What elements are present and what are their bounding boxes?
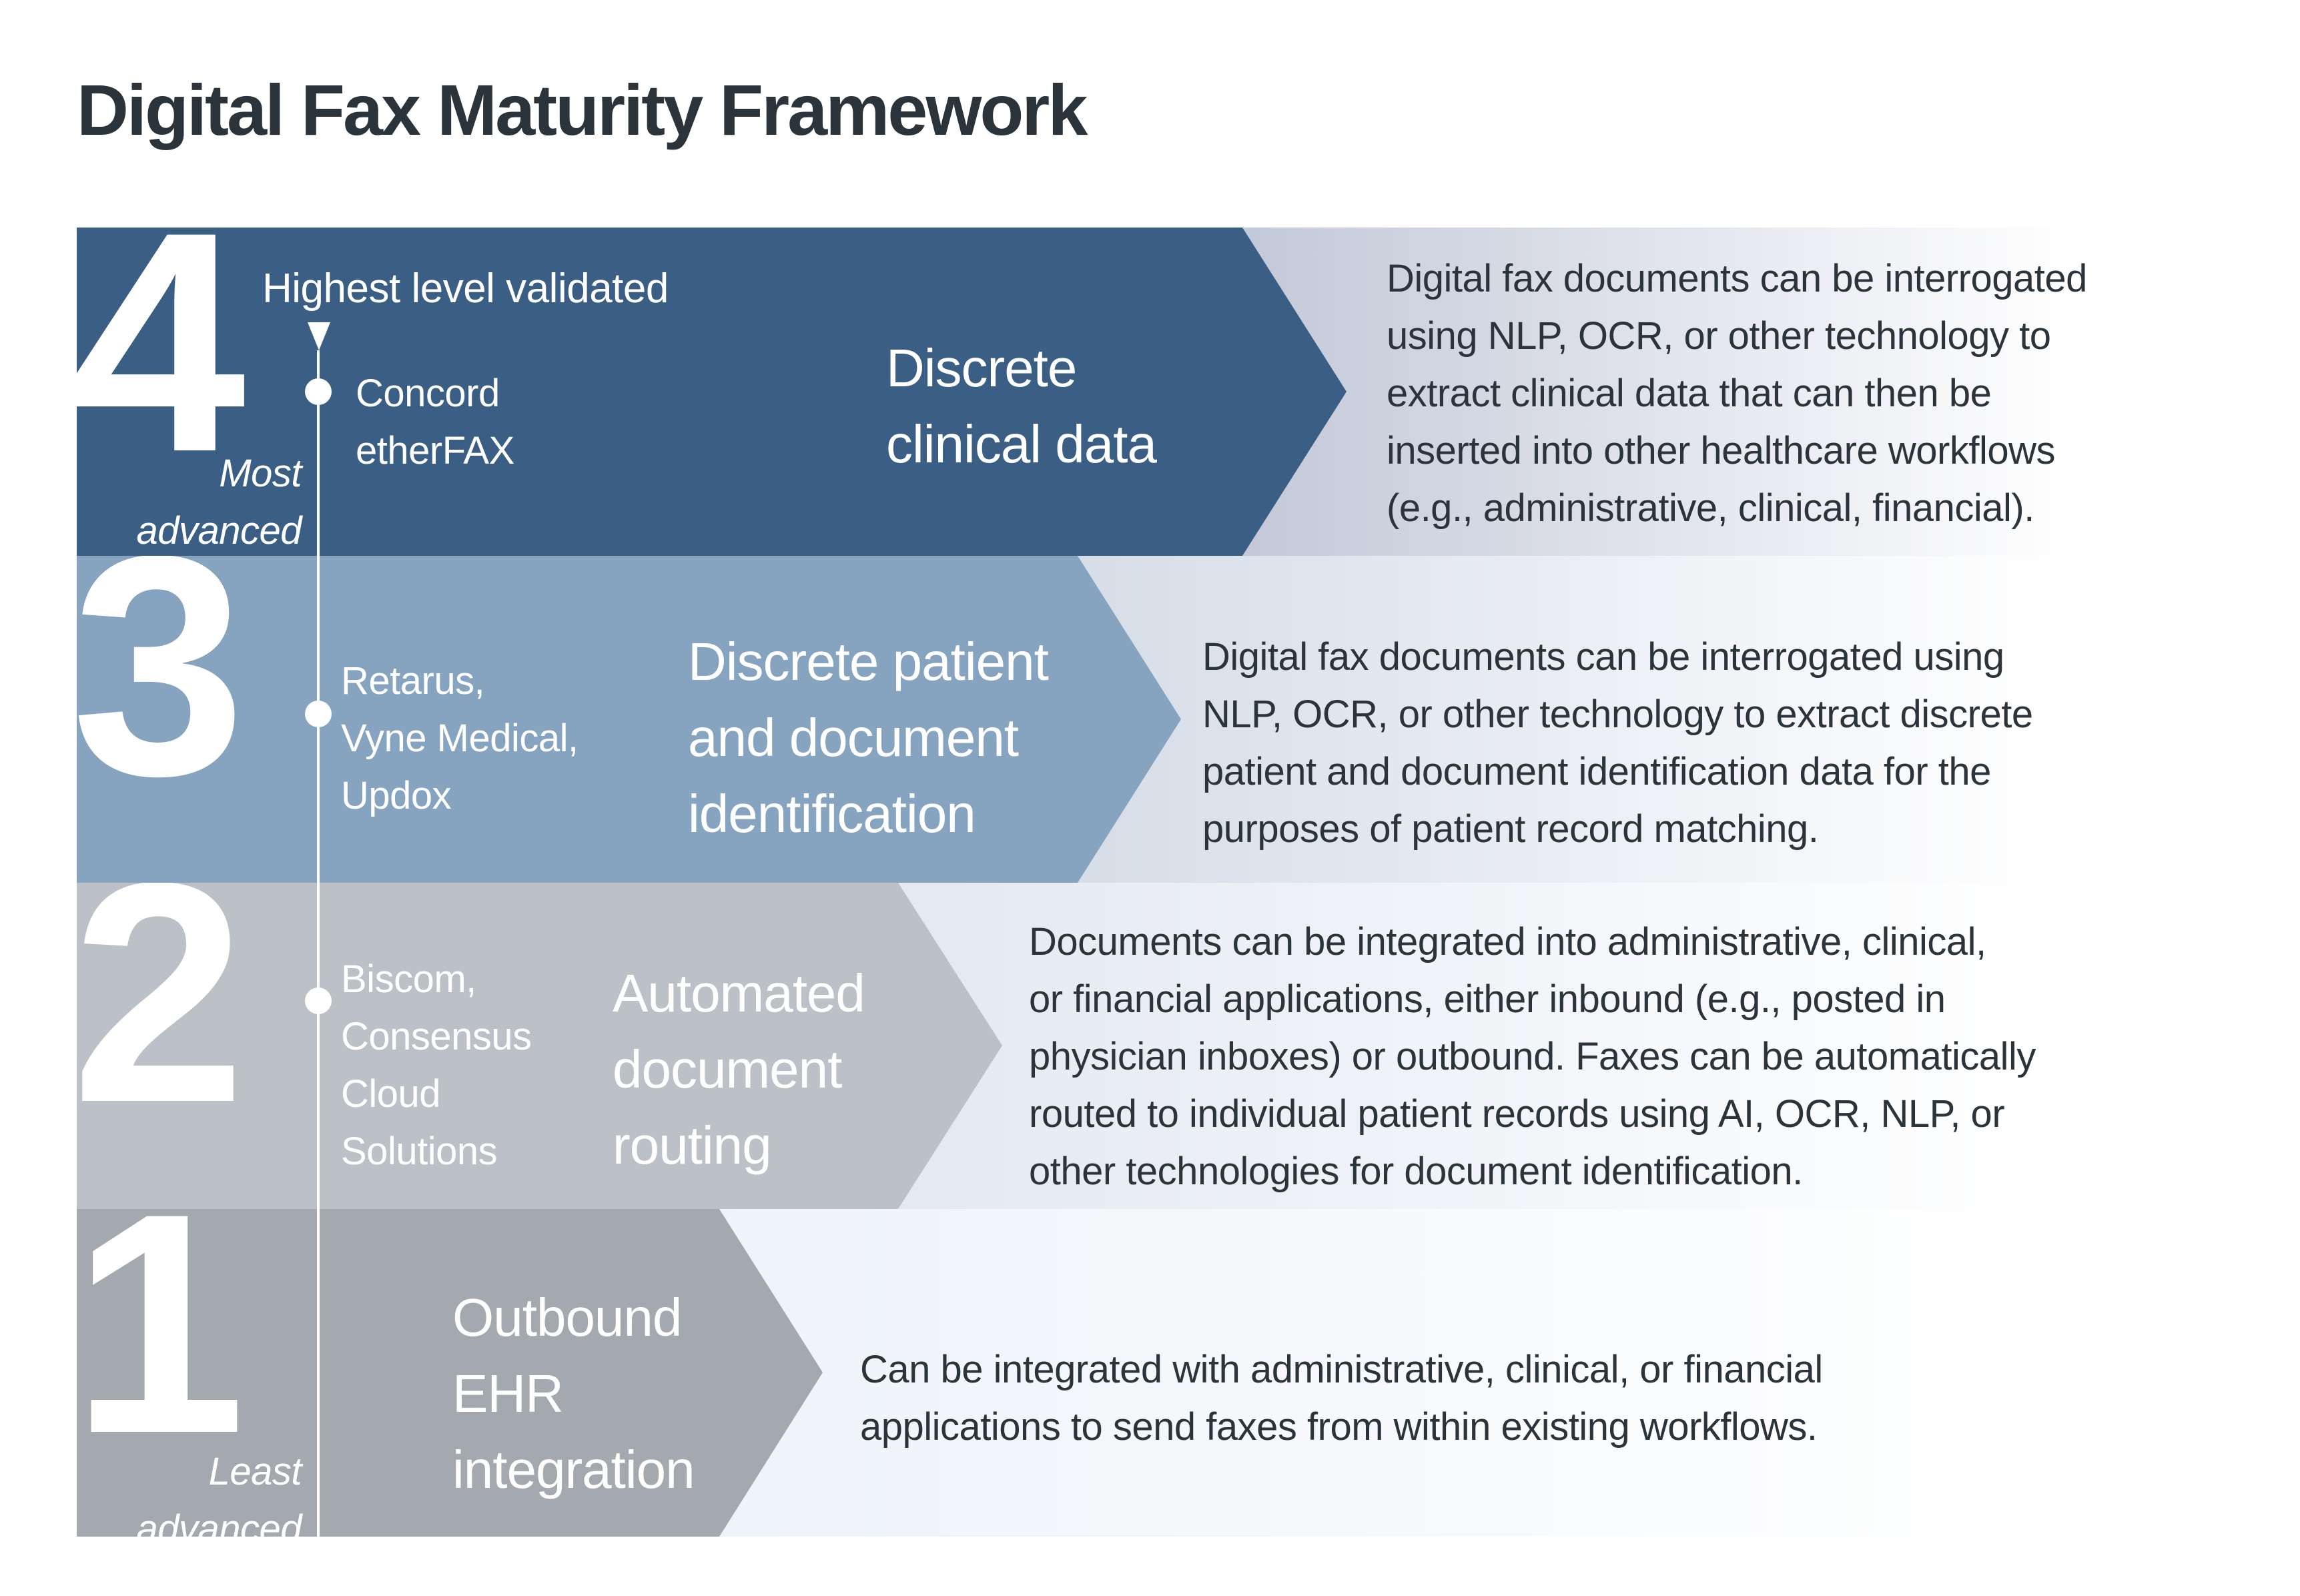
description-line: Digital fax documents can be interrogate… (1202, 635, 2004, 679)
level-title-line: clinical data (886, 414, 1157, 474)
level-title-line: Outbound (452, 1288, 682, 1347)
level-2-vendors: Biscom, Consensus Cloud Solutions (341, 951, 532, 1180)
least-advanced-line-2: advanced (136, 1507, 302, 1551)
highest-level-label: Highest level validated (262, 266, 669, 312)
description-line: NLP, OCR, or other technology to extract… (1202, 693, 2033, 736)
vendor: Consensus (341, 1015, 532, 1058)
vendor: etherFAX (356, 429, 514, 472)
level-title-line: integration (452, 1440, 695, 1499)
description-line: physician inboxes) or outbound. Faxes ca… (1029, 1035, 2036, 1078)
level-3-vendors: Retarus, Vyne Medical, Updox (341, 653, 579, 825)
level-title-line: document (613, 1040, 842, 1099)
level-4-description: Digital fax documents can be interrogate… (1387, 250, 2087, 537)
level-2-dot (305, 987, 332, 1014)
level-title-line: Automated (613, 963, 865, 1023)
timeline-line (317, 350, 320, 1537)
description-line: patient and document identification data… (1202, 750, 1991, 793)
level-3-number: 3 (77, 556, 246, 841)
level-2-title: Automated document routing (613, 955, 865, 1184)
page-title: Digital Fax Maturity Framework (77, 69, 1088, 150)
level-title-line: Discrete (886, 338, 1077, 398)
level-1-description: Can be integrated with administrative, c… (860, 1341, 1823, 1456)
description-line: inserted into other healthcare workflows (1387, 429, 2055, 472)
description-line: extract clinical data that can then be (1387, 372, 1992, 415)
vendor: Vyne Medical, (341, 717, 579, 760)
description-line: using NLP, OCR, or other technology to (1387, 314, 2051, 358)
level-title-line: Discrete patient (688, 632, 1049, 691)
description-line: or financial applications, either inboun… (1029, 977, 1946, 1021)
description-line: Can be integrated with administrative, c… (860, 1348, 1823, 1391)
most-advanced-line-2: advanced (136, 509, 302, 552)
description-line: applications to send faxes from within e… (860, 1405, 1818, 1449)
level-4-title: Discrete clinical data (886, 330, 1157, 482)
level-3-title: Discrete patient and document identifica… (688, 624, 1049, 852)
description-line: purposes of patient record matching. (1202, 807, 1819, 851)
least-advanced-line-1: Least (208, 1450, 302, 1493)
description-line: Digital fax documents can be interrogate… (1387, 257, 2087, 300)
vendor: Biscom, (341, 957, 476, 1001)
vendor: Solutions (341, 1130, 498, 1173)
vendor: Updox (341, 774, 452, 817)
vendor: Retarus, (341, 659, 485, 703)
vendor: Cloud (341, 1072, 441, 1116)
level-title-line: identification (688, 784, 976, 843)
most-advanced-label: Most advanced (75, 445, 302, 560)
down-triangle-icon (308, 322, 330, 350)
least-advanced-label: Least advanced (75, 1443, 302, 1558)
level-3-dot (305, 701, 332, 727)
level-3-description: Digital fax documents can be interrogate… (1202, 629, 2033, 858)
description-line: routed to individual patient records usi… (1029, 1092, 2005, 1136)
level-title-line: routing (613, 1116, 772, 1175)
level-2-description: Documents can be integrated into adminis… (1029, 913, 2036, 1200)
level-title-line: EHR (452, 1364, 564, 1423)
level-1-title: Outbound EHR integration (452, 1280, 695, 1508)
description-line: (e.g., administrative, clinical, financi… (1387, 486, 2034, 530)
level-4-vendors: Concord etherFAX (356, 365, 514, 480)
level-title-line: and document (688, 708, 1019, 767)
description-line: Documents can be integrated into adminis… (1029, 920, 1986, 963)
level-2-number: 2 (77, 883, 246, 1168)
vendor: Concord (356, 372, 500, 415)
level-4-dot (305, 378, 332, 405)
level-1-number: 1 (77, 1209, 246, 1499)
most-advanced-line-1: Most (219, 452, 302, 495)
description-line: other technologies for document identifi… (1029, 1150, 1803, 1193)
